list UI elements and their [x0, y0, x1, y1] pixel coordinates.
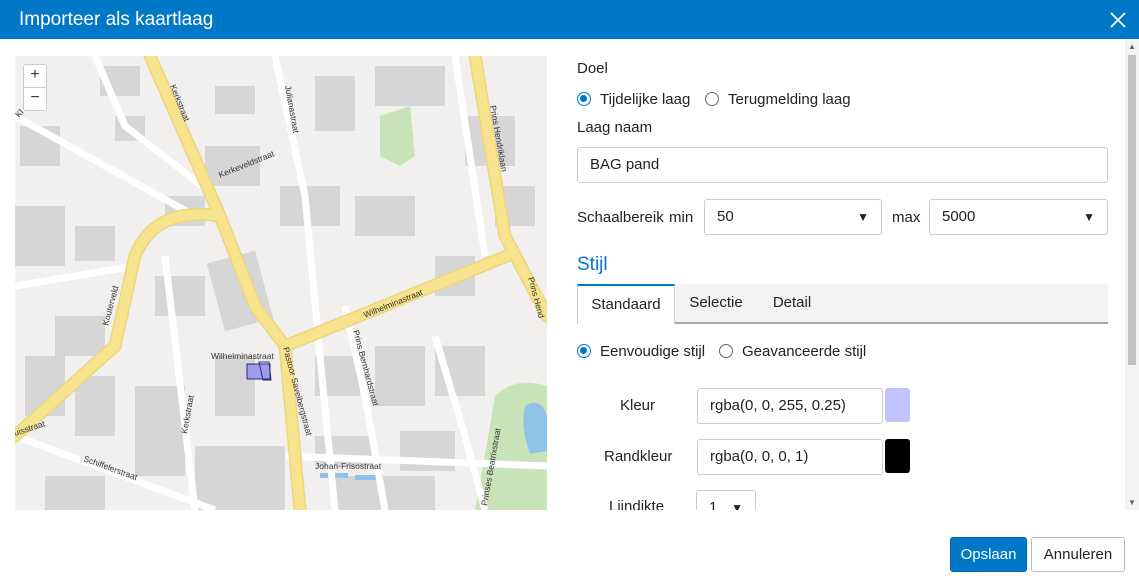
schaalbereik-label: Schaalbereik: [577, 209, 664, 226]
cancel-button[interactable]: Annuleren: [1031, 537, 1125, 572]
max-scale-value: 5000: [942, 208, 976, 225]
close-icon[interactable]: [1107, 7, 1129, 31]
max-label: max: [892, 209, 921, 226]
dialog-title-bar: Importeer als kaartlaag: [0, 0, 1139, 39]
zoom-control: + −: [23, 64, 47, 111]
zoom-out-button[interactable]: −: [24, 87, 46, 110]
lijndikte-select[interactable]: 1 ▼: [696, 490, 756, 510]
radio-geavanceerde-stijl[interactable]: [719, 344, 733, 358]
lijndikte-label: Lijndikte: [609, 498, 665, 510]
stijl-heading: Stijl: [577, 254, 608, 275]
min-scale-select[interactable]: 50 ▼: [704, 199, 882, 235]
map-viewer[interactable]: Kerkstraat Julianastraat Prins Hendrikla…: [15, 56, 547, 510]
scroll-up-icon[interactable]: ▲: [1128, 42, 1136, 51]
doel-label: Doel: [577, 60, 608, 77]
map-label-johan-friso: Johan-Frisostraat: [315, 461, 382, 471]
lijndikte-row: Lijndikte 1 ▼: [560, 490, 1125, 510]
zoom-in-button[interactable]: +: [24, 65, 46, 87]
kleur-label: Kleur: [620, 397, 656, 414]
tab-selectie[interactable]: Selectie: [677, 284, 755, 322]
chevron-down-icon: ▼: [1083, 210, 1095, 224]
randkleur-label: Randkleur: [604, 448, 673, 465]
radio-tijdelijke-laag[interactable]: [577, 92, 591, 106]
max-scale-select[interactable]: 5000 ▼: [929, 199, 1108, 235]
radio-eenvoudige-stijl-label[interactable]: Eenvoudige stijl: [600, 343, 705, 360]
tab-detail[interactable]: Detail: [757, 284, 827, 322]
laag-naam-label: Laag naam: [577, 119, 653, 136]
lijndikte-value: 1: [709, 499, 718, 510]
min-label: min: [669, 209, 694, 226]
radio-terugmelding-laag[interactable]: [705, 92, 719, 106]
radio-geavanceerde-stijl-label[interactable]: Geavanceerde stijl: [742, 343, 866, 360]
style-tabs: Standaard Selectie Detail: [577, 284, 1108, 324]
kleur-input[interactable]: rgba(0, 0, 255, 0.25): [697, 388, 883, 424]
save-button[interactable]: Opslaan: [950, 537, 1027, 572]
dialog-title: Importeer als kaartlaag: [19, 9, 214, 30]
randkleur-color-swatch[interactable]: [885, 439, 910, 473]
kleur-color-swatch[interactable]: [885, 388, 910, 422]
min-scale-value: 50: [717, 208, 734, 225]
laag-naam-input[interactable]: BAG pand: [577, 147, 1108, 183]
form-scrollbar[interactable]: ▲ ▼: [1125, 39, 1139, 510]
radio-tijdelijke-laag-label[interactable]: Tijdelijke laag: [600, 91, 690, 108]
map-label-wilhelminastraat-small: Wilhelminastraat: [211, 351, 274, 361]
radio-terugmelding-laag-label[interactable]: Terugmelding laag: [728, 91, 851, 108]
chevron-down-icon: ▼: [857, 210, 869, 224]
randkleur-input[interactable]: rgba(0, 0, 0, 1): [697, 439, 883, 475]
scroll-down-icon[interactable]: ▼: [1128, 498, 1136, 507]
tab-standaard[interactable]: Standaard: [577, 284, 675, 324]
chevron-down-icon: ▼: [731, 501, 743, 510]
scrollbar-thumb[interactable]: [1128, 55, 1136, 365]
radio-eenvoudige-stijl[interactable]: [577, 344, 591, 358]
